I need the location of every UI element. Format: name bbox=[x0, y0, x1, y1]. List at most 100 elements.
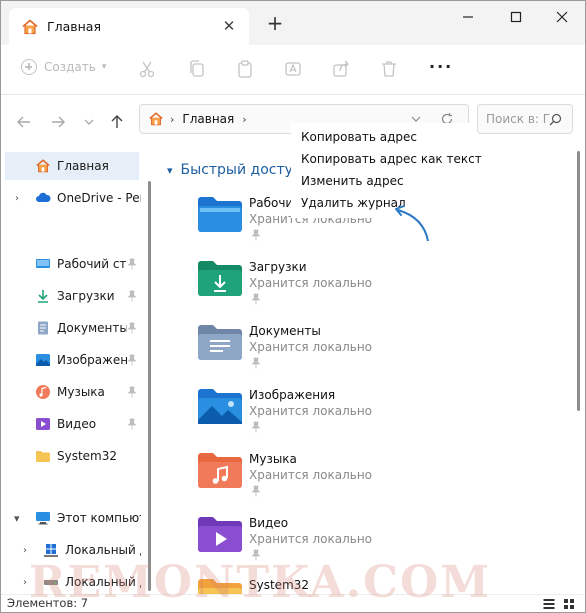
menu-item-copy-address[interactable]: Копировать адрес bbox=[301, 130, 417, 144]
pin-icon bbox=[127, 258, 137, 270]
forward-arrow-icon[interactable] bbox=[50, 114, 66, 130]
navigation-pane: Главная › OneDrive - Personal Рабочий ст… bbox=[1, 148, 143, 594]
create-label: Создать bbox=[44, 60, 96, 74]
expand-chevron-icon[interactable]: › bbox=[23, 577, 27, 588]
close-icon bbox=[556, 11, 568, 23]
rename-icon[interactable] bbox=[283, 59, 303, 79]
folder-status: Хранится локально bbox=[249, 532, 372, 546]
folder-icon bbox=[198, 579, 242, 594]
section-title: Быстрый доступ bbox=[180, 162, 303, 178]
sidebar-item-label: Локальный диск (C:) bbox=[65, 543, 141, 557]
sidebar-item-downloads[interactable]: Загрузки bbox=[35, 282, 141, 310]
quick-access-item-pictures[interactable]: Изображения Хранится локально bbox=[197, 386, 557, 446]
pin-icon bbox=[127, 290, 137, 302]
create-button[interactable]: Создать ▾ bbox=[21, 59, 106, 75]
file-explorer-window: Главная ✕ + Создать ▾ ··· › Главная › По… bbox=[0, 0, 586, 613]
chevron-down-icon: ▾ bbox=[101, 62, 107, 72]
sidebar-item-label: Главная bbox=[57, 159, 109, 173]
documents-folder-icon bbox=[198, 325, 242, 360]
folder-status: Хранится локально bbox=[249, 276, 372, 290]
sidebar-item-documents[interactable]: Документы bbox=[35, 314, 141, 342]
quick-access-item-downloads[interactable]: Загрузки Хранится локально bbox=[197, 258, 557, 318]
sidebar-item-this-pc[interactable]: Этот компьютер bbox=[35, 504, 141, 532]
computer-icon bbox=[36, 512, 50, 525]
sidebar-item-home[interactable]: Главная bbox=[5, 152, 139, 180]
quick-access-item-documents[interactable]: Документы Хранится локально bbox=[197, 322, 557, 382]
pin-icon bbox=[127, 418, 137, 430]
expand-chevron-icon[interactable]: › bbox=[23, 545, 27, 556]
minimize-icon bbox=[463, 16, 473, 18]
pin-icon bbox=[251, 229, 261, 241]
home-icon bbox=[36, 159, 50, 173]
pin-icon bbox=[127, 322, 137, 334]
pin-icon bbox=[251, 293, 261, 305]
folder-name: Видео bbox=[249, 516, 289, 530]
desktop-folder-icon bbox=[198, 197, 242, 232]
close-tab-icon[interactable]: ✕ bbox=[221, 18, 237, 34]
music-folder-icon bbox=[198, 453, 242, 488]
tab-title: Главная bbox=[47, 19, 101, 34]
quick-access-item-system32[interactable]: System32 bbox=[197, 576, 557, 594]
sidebar-item-pictures[interactable]: Изображения bbox=[35, 346, 141, 374]
sidebar-item-label: OneDrive - Personal bbox=[57, 191, 141, 205]
delete-icon[interactable] bbox=[379, 59, 399, 79]
pin-icon bbox=[251, 357, 261, 369]
details-view-icon[interactable] bbox=[543, 598, 555, 610]
search-input[interactable]: Поиск в: Г bbox=[477, 104, 573, 134]
breadcrumb-separator-trailing[interactable]: › bbox=[242, 113, 246, 126]
address-home-icon bbox=[149, 112, 163, 126]
windows-drive-icon bbox=[44, 544, 58, 557]
sidebar-scrollbar[interactable] bbox=[148, 181, 151, 591]
tab-home[interactable]: Главная ✕ bbox=[9, 8, 249, 45]
menu-item-copy-address-as-text[interactable]: Копировать адрес как текст bbox=[301, 152, 482, 166]
up-arrow-icon[interactable] bbox=[109, 114, 125, 130]
back-arrow-icon[interactable] bbox=[16, 114, 32, 130]
documents-icon bbox=[38, 321, 48, 335]
sidebar-item-desktop[interactable]: Рабочий стол bbox=[35, 250, 141, 278]
pin-icon bbox=[127, 354, 137, 366]
menu-item-edit-address[interactable]: Изменить адрес bbox=[301, 174, 404, 188]
copy-icon[interactable] bbox=[187, 59, 207, 79]
sidebar-item-drive-d[interactable]: Локальный диск (D:) bbox=[43, 568, 141, 596]
sidebar-item-label: Этот компьютер bbox=[57, 511, 141, 525]
breadcrumb-home[interactable]: Главная bbox=[182, 112, 234, 126]
quick-access-item-video[interactable]: Видео Хранится локально bbox=[197, 514, 557, 574]
tiles-view-icon[interactable] bbox=[563, 598, 575, 610]
folder-name: System32 bbox=[249, 578, 310, 592]
cut-icon[interactable] bbox=[137, 59, 157, 79]
sidebar-item-music[interactable]: Музыка bbox=[35, 378, 141, 406]
content-scrollbar[interactable] bbox=[577, 151, 580, 411]
item-count: Элементов: 7 bbox=[7, 596, 89, 610]
sidebar-item-label: System32 bbox=[57, 449, 118, 463]
folder-name: Документы bbox=[249, 324, 321, 338]
quick-access-item-music[interactable]: Музыка Хранится локально bbox=[197, 450, 557, 510]
new-tab-button[interactable]: + bbox=[265, 13, 285, 33]
minimize-button[interactable] bbox=[453, 6, 483, 28]
pin-icon bbox=[127, 386, 137, 398]
paste-icon[interactable] bbox=[235, 59, 255, 79]
more-options-button[interactable]: ··· bbox=[429, 59, 453, 75]
sidebar-item-drive-c[interactable]: Локальный диск (C:) bbox=[43, 536, 141, 564]
downloads-folder-icon bbox=[198, 261, 242, 296]
folder-name: Музыка bbox=[249, 452, 297, 466]
recent-chevron-down-icon[interactable] bbox=[81, 114, 97, 130]
sidebar-item-label: Изображения bbox=[57, 353, 127, 367]
sidebar-item-label: Видео bbox=[57, 417, 97, 431]
maximize-button[interactable] bbox=[501, 6, 531, 28]
expand-chevron-icon[interactable]: › bbox=[15, 193, 19, 204]
video-folder-icon bbox=[198, 517, 242, 552]
sidebar-item-label: Документы bbox=[57, 321, 127, 335]
collapse-chevron-icon[interactable]: ▾ bbox=[14, 512, 20, 525]
close-window-button[interactable] bbox=[547, 6, 577, 28]
quick-access-header[interactable]: ▾ Быстрый доступ bbox=[167, 162, 302, 178]
folder-status: Хранится локально bbox=[249, 404, 372, 418]
home-icon bbox=[22, 19, 38, 34]
folder-status: Хранится локально bbox=[249, 468, 372, 482]
sidebar-item-video[interactable]: Видео bbox=[35, 410, 141, 438]
pictures-folder-icon bbox=[198, 389, 242, 424]
command-bar: Создать ▾ ··· bbox=[1, 45, 585, 95]
sidebar-item-label: Локальный диск (D:) bbox=[65, 575, 141, 589]
sidebar-item-system32[interactable]: System32 bbox=[35, 442, 141, 470]
sidebar-item-onedrive[interactable]: OneDrive - Personal bbox=[35, 184, 141, 212]
share-icon[interactable] bbox=[331, 59, 351, 79]
